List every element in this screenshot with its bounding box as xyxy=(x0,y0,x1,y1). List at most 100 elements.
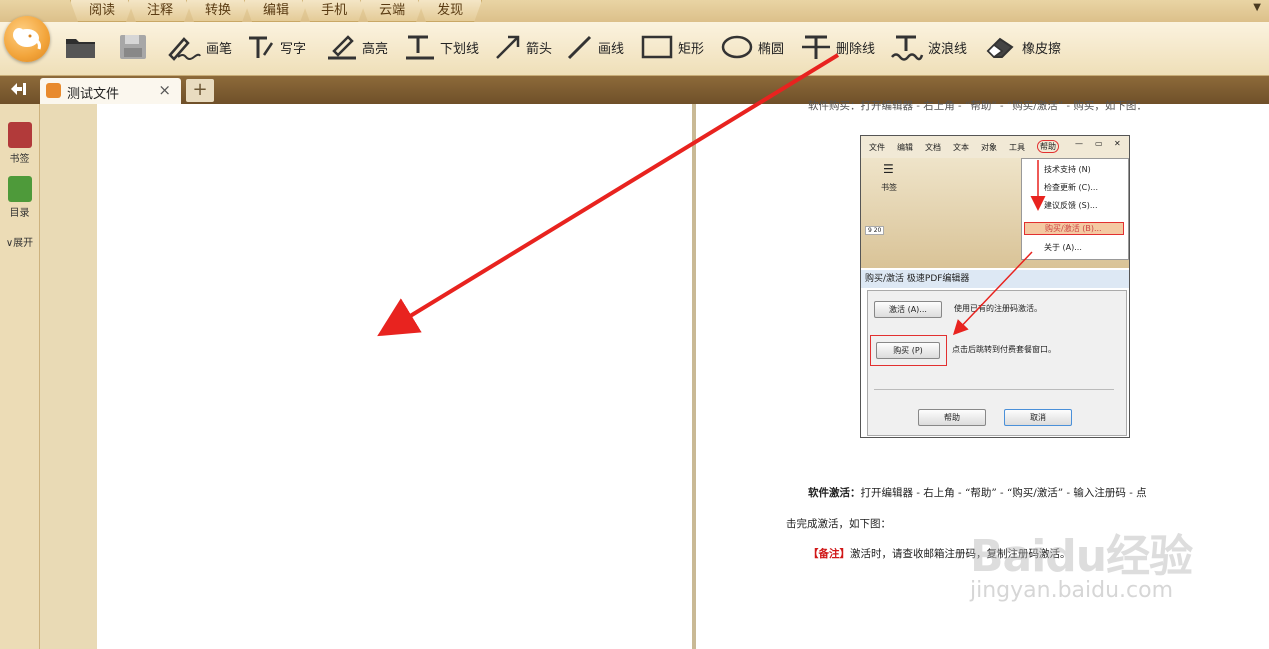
eraser-tool-button[interactable]: 橡皮擦 xyxy=(984,22,1061,72)
activation-heading: 软件激活： xyxy=(808,487,861,499)
embedded-buy-desc: 点击后跳转到付费套餐窗口。 xyxy=(952,345,1056,354)
ellipse-tool-button[interactable]: 椭圆 xyxy=(720,22,784,72)
pen-tool-button[interactable]: 画笔 xyxy=(166,22,232,72)
menu-tabs: 阅读 注释 转换 编辑 手机 云端 发现 xyxy=(70,0,476,22)
underline-icon xyxy=(406,35,434,60)
embedded-menu-tools: 工具 xyxy=(1009,143,1025,152)
embedded-menu-item: 建议反馈 (S)... xyxy=(1044,201,1098,210)
embedded-menu-file: 文件 xyxy=(869,143,885,152)
menu-tab-read[interactable]: 阅读 xyxy=(70,0,134,22)
save-icon xyxy=(120,35,146,59)
embedded-menu-item: 技术支持 (N) xyxy=(1044,165,1091,174)
pdf-page-left[interactable] xyxy=(97,104,692,649)
document-tab[interactable]: 测试文件 × xyxy=(40,78,181,104)
sidebar-item-label: 目录 xyxy=(9,208,30,219)
rectangle-tool-label: 矩形 xyxy=(678,41,705,57)
annotation-toolbar: 画笔 写字 高亮 下划线 箭头 画线 矩形 椭圆 删除线 波浪线 橡皮擦 xyxy=(0,22,1269,76)
wavy-line-tool-button[interactable]: 波浪线 xyxy=(890,22,967,72)
collapse-panel-button[interactable] xyxy=(8,81,30,99)
list-icon: ☰ xyxy=(883,162,894,176)
minimize-icon: — xyxy=(1075,139,1083,148)
close-tab-icon[interactable]: × xyxy=(158,81,171,99)
embedded-menu-object: 对象 xyxy=(981,143,997,152)
pen-tool-label: 画笔 xyxy=(206,41,233,57)
purchase-instructions: 软件购买：打开编辑器 - 右上角 - “帮助” - “购买/激活” - 购买，如… xyxy=(808,100,1147,112)
embedded-menu-document: 文档 xyxy=(925,143,941,152)
note-tag: 【备注】 xyxy=(808,548,850,560)
highlight-tool-button[interactable]: 高亮 xyxy=(326,22,388,72)
left-sidebar: 书签 目录 ∨展开 xyxy=(0,104,40,649)
activation-text: 打开编辑器 - 右上角 - “帮助” - “购买/激活” - 输入注册码 - 点 xyxy=(860,487,1147,499)
pdf-file-icon xyxy=(46,83,61,98)
underline-tool-button[interactable]: 下划线 xyxy=(404,22,479,72)
embedded-dialog: 激活 (A)... 使用已有的注册码激活。 购买 (P) 点击后跳转到付费套餐窗… xyxy=(867,290,1127,436)
embedded-activate-desc: 使用已有的注册码激活。 xyxy=(954,304,1042,313)
sidebar-item-toc[interactable]: 目录 xyxy=(0,176,39,219)
watermark-brand: Baidu经验 xyxy=(970,531,1193,582)
arrow-tool-label: 箭头 xyxy=(526,41,553,57)
ellipse-icon xyxy=(721,35,753,59)
line-tool-button[interactable]: 画线 xyxy=(566,22,624,72)
embedded-help-button: 帮助 xyxy=(918,409,986,426)
baidu-watermark: Baidu经验 jingyan.baidu.com xyxy=(970,520,1193,603)
save-button[interactable] xyxy=(118,22,152,72)
embedded-menu-item: 关于 (A)... xyxy=(1044,243,1082,252)
sidebar-item-bookmark[interactable]: 书签 xyxy=(0,122,39,165)
menu-tab-mobile[interactable]: 手机 xyxy=(302,0,366,22)
line-icon xyxy=(567,35,592,60)
line-tool-label: 画线 xyxy=(598,41,625,57)
arrow-tool-button[interactable]: 箭头 xyxy=(494,22,552,72)
embedded-menu-item: 检查更新 (C)... xyxy=(1044,183,1098,192)
app-logo[interactable] xyxy=(4,16,50,62)
wavy-line-tool-label: 波浪线 xyxy=(928,41,968,57)
activation-instructions-cont: 击完成激活，如下图： xyxy=(786,518,891,530)
embedded-help-menu: 技术支持 (N) 检查更新 (C)... 建议反馈 (S)... 购买/激活 (… xyxy=(1021,158,1129,260)
embedded-buy-button: 购买 (P) xyxy=(876,342,940,359)
sidebar-item-label: 书签 xyxy=(9,154,30,165)
bookmark-icon xyxy=(7,122,32,148)
menu-tab-cloud[interactable]: 云端 xyxy=(360,0,424,22)
sidebar-expand-button[interactable]: ∨展开 xyxy=(0,234,39,249)
menu-tab-edit[interactable]: 编辑 xyxy=(244,0,308,22)
rectangle-icon xyxy=(641,35,673,59)
strikethrough-icon xyxy=(802,35,830,59)
embedded-menu-edit: 编辑 xyxy=(897,143,913,152)
underline-tool-label: 下划线 xyxy=(440,41,480,57)
sidebar-expand-label: 展开 xyxy=(13,238,34,249)
document-tab-name: 测试文件 xyxy=(67,87,120,102)
menu-tab-annotate[interactable]: 注释 xyxy=(128,0,192,22)
write-tool-label: 写字 xyxy=(280,41,307,57)
text-tool-icon xyxy=(249,36,274,58)
strikethrough-tool-button[interactable]: 删除线 xyxy=(800,22,875,72)
embedded-bookmark-label: 书签 xyxy=(881,183,897,192)
arrow-icon xyxy=(496,35,520,59)
menu-tab-strip: 阅读 注释 转换 编辑 手机 云端 发现 ▼ xyxy=(0,0,1269,22)
rectangle-tool-button[interactable]: 矩形 xyxy=(640,22,704,72)
embedded-menubar: 文件 编辑 文档 文本 对象 工具 帮助 — ▭ ✕ xyxy=(861,136,1129,158)
eraser-icon xyxy=(986,37,1014,58)
wavy-line-icon xyxy=(891,35,924,61)
eraser-tool-label: 橡皮擦 xyxy=(1022,41,1062,57)
embedded-page-nav: 9 20 xyxy=(865,226,885,235)
menu-tab-convert[interactable]: 转换 xyxy=(186,0,250,22)
menu-tab-discover[interactable]: 发现 xyxy=(418,0,482,22)
embedded-cancel-button: 取消 xyxy=(1004,409,1072,426)
window-menu-dropdown-icon[interactable]: ▼ xyxy=(1253,2,1261,13)
embedded-menu-help: 帮助 xyxy=(1037,140,1059,153)
activation-instructions: 软件激活：打开编辑器 - 右上角 - “帮助” - “购买/激活” - 输入注册… xyxy=(808,485,1147,500)
watermark-url: jingyan.baidu.com xyxy=(970,578,1174,603)
close-icon: ✕ xyxy=(1114,139,1121,148)
open-button[interactable] xyxy=(64,22,102,72)
embedded-dialog-title: 购买/激活 极速PDF编辑器 xyxy=(861,270,1129,288)
embedded-activate-button: 激活 (A)... xyxy=(874,301,942,318)
elephant-logo-icon xyxy=(13,28,41,50)
write-tool-button[interactable]: 写字 xyxy=(246,22,306,72)
highlight-icon xyxy=(328,35,356,60)
page-margin xyxy=(40,104,97,649)
highlight-tool-label: 高亮 xyxy=(362,41,389,57)
toc-icon xyxy=(7,176,32,202)
strikethrough-tool-label: 删除线 xyxy=(836,41,876,57)
new-tab-button[interactable]: + xyxy=(186,79,214,102)
back-arrow-icon xyxy=(11,83,26,95)
embedded-menu-item-buy: 购买/激活 (B)... xyxy=(1024,222,1124,235)
